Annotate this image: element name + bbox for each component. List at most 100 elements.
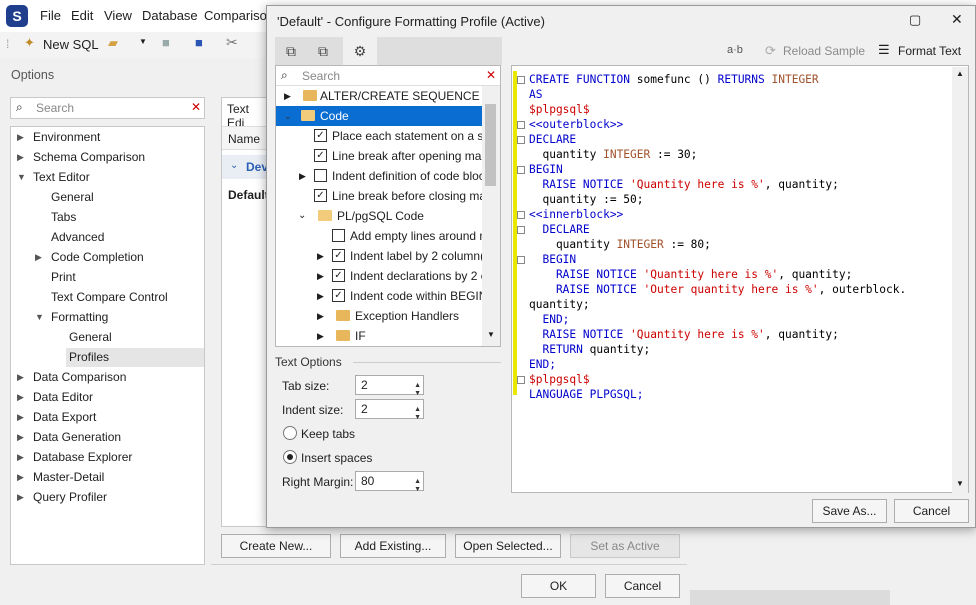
fold-marker-icon[interactable] (517, 166, 525, 174)
open-icon[interactable]: ▰ (108, 35, 118, 51)
insert-spaces-radio[interactable] (283, 450, 297, 464)
collapse-arrow-icon[interactable]: ⌄ (284, 106, 292, 126)
right-margin-stepper[interactable]: 80 ▲ ▼ (355, 471, 424, 493)
tab-size-stepper[interactable]: 2 ▲ ▼ (355, 375, 424, 397)
menu-comparison[interactable]: Comparison (204, 8, 274, 23)
expand-all-icon[interactable]: ⧉ (307, 37, 339, 65)
tree-item-master-detail[interactable]: Master-Detail (33, 468, 104, 487)
expand-arrow-icon[interactable]: ▶ (17, 372, 24, 383)
tree-item-data-editor[interactable]: Data Editor (33, 388, 93, 407)
fold-marker-icon[interactable] (517, 76, 525, 84)
checkbox[interactable]: ✓ (332, 249, 345, 262)
format-text-icon[interactable]: ☰ (878, 42, 890, 58)
tree-row-option[interactable]: ▶ ✓ Indent code within BEGIN ... (276, 286, 482, 306)
fold-marker-icon[interactable] (517, 256, 525, 264)
tree-item-code-completion[interactable]: Code Completion (51, 248, 144, 267)
tree-item-print[interactable]: Print (51, 268, 76, 287)
checkbox[interactable] (332, 229, 345, 242)
checkbox[interactable] (314, 169, 327, 182)
fold-marker-icon[interactable] (517, 226, 525, 234)
close-icon[interactable]: ✕ (951, 11, 963, 28)
fold-marker-icon[interactable] (517, 376, 525, 384)
expand-arrow-icon[interactable]: ▶ (17, 472, 24, 483)
checkbox[interactable]: ✓ (314, 149, 327, 162)
expand-arrow-icon[interactable]: ▶ (284, 86, 291, 106)
checkbox[interactable]: ✓ (332, 289, 345, 302)
menu-view[interactable]: View (104, 8, 132, 23)
collapse-arrow-icon[interactable]: ⌄ (298, 206, 306, 226)
tree-item-database-explorer[interactable]: Database Explorer (33, 448, 132, 467)
cancel-dialog-button[interactable]: Cancel (894, 499, 969, 523)
cut-icon[interactable]: ✂ (226, 34, 238, 51)
tree-item-text-editor[interactable]: Text Editor (33, 168, 90, 187)
expand-arrow-icon[interactable]: ▶ (299, 166, 306, 186)
indent-size-stepper[interactable]: 2 ▲ ▼ (355, 399, 424, 421)
tree-row-exception-handlers[interactable]: ▶ Exception Handlers (276, 306, 482, 326)
tree-item-data-comparison[interactable]: Data Comparison (33, 368, 126, 387)
code-preview[interactable]: CREATE FUNCTION somefunc () RETURNS INTE… (511, 65, 969, 493)
tree-item-formatting[interactable]: Formatting (51, 308, 108, 327)
expand-arrow-icon[interactable]: ▶ (17, 132, 24, 143)
expand-arrow-icon[interactable]: ▶ (17, 412, 24, 423)
tree-item-formatting-general[interactable]: General (69, 328, 112, 347)
set-as-active-button[interactable]: Set as Active (570, 534, 680, 558)
tree-item-text-compare[interactable]: Text Compare Control (51, 288, 168, 307)
checkbox[interactable]: ✓ (314, 189, 327, 202)
tree-item-data-generation[interactable]: Data Generation (33, 428, 121, 447)
tree-row-code[interactable]: ⌄ Code (276, 106, 482, 126)
tree-row-option[interactable]: ▶ ✓ Indent declarations by 2 co (276, 266, 482, 286)
tree-item-data-export[interactable]: Data Export (33, 408, 96, 427)
tree-row-plpgsql[interactable]: ⌄ PL/pgSQL Code (276, 206, 482, 226)
open-selected-button[interactable]: Open Selected... (455, 534, 561, 558)
cancel-options-button[interactable]: Cancel (605, 574, 680, 598)
keep-tabs-radio[interactable] (283, 426, 297, 440)
tree-row-if[interactable]: ▶ IF (276, 326, 482, 346)
save-all-icon[interactable]: ■ (195, 35, 203, 50)
tree-item-profiles[interactable]: Profiles (69, 348, 109, 367)
tree-item-environment[interactable]: Environment (33, 128, 100, 147)
expand-arrow-icon[interactable]: ▶ (317, 246, 324, 266)
tree-row-option[interactable]: ✓ Line break before closing marke (276, 186, 482, 206)
tree-item-query-profiler[interactable]: Query Profiler (33, 488, 107, 507)
tree-row-option[interactable]: ✓ Line break after opening marke (276, 146, 482, 166)
reload-sample-button[interactable]: Reload Sample (783, 44, 865, 58)
tree-item-schema-comparison[interactable]: Schema Comparison (33, 148, 145, 167)
expand-arrow-icon[interactable]: ▶ (317, 306, 324, 326)
expand-arrow-icon[interactable]: ▶ (17, 152, 24, 163)
expand-arrow-icon[interactable]: ▶ (317, 286, 324, 306)
chevron-down-icon[interactable]: ▼ (139, 37, 147, 46)
tree-search-input[interactable]: ⌕ Search ✕ (276, 66, 500, 86)
save-as-button[interactable]: Save As... (812, 499, 887, 523)
tree-row-option[interactable]: ▶ Indent definition of code block l (276, 166, 482, 186)
add-existing-button[interactable]: Add Existing... (340, 534, 446, 558)
collapse-arrow-icon[interactable]: ▼ (17, 172, 26, 182)
code-scrollbar[interactable]: ▲ ▼ (952, 67, 968, 493)
fold-marker-icon[interactable] (517, 136, 525, 144)
scroll-down-icon[interactable]: ▼ (956, 479, 964, 488)
checkbox[interactable]: ✓ (332, 269, 345, 282)
create-new-button[interactable]: Create New... (221, 534, 331, 558)
expand-arrow-icon[interactable]: ▶ (17, 392, 24, 403)
format-text-button[interactable]: Format Text (898, 44, 961, 58)
minimize-icon[interactable]: ▢ (909, 12, 921, 28)
tree-row-alter-sequence[interactable]: ▶ ALTER/CREATE SEQUENCE (276, 86, 482, 106)
ok-button[interactable]: OK (521, 574, 596, 598)
options-search-input[interactable]: ⌕ Search ✕ (10, 97, 205, 119)
collapse-all-icon[interactable]: ⧉ (275, 37, 307, 65)
reload-icon[interactable]: ⟳ (765, 43, 776, 59)
scroll-down-icon[interactable]: ▼ (487, 330, 495, 339)
collapse-arrow-icon[interactable]: ▼ (35, 312, 44, 322)
clear-search-icon[interactable]: ✕ (191, 100, 201, 114)
expand-arrow-icon[interactable]: ▶ (35, 252, 42, 263)
clear-search-icon[interactable]: ✕ (486, 68, 496, 82)
menu-edit[interactable]: Edit (71, 8, 93, 23)
scroll-up-icon[interactable]: ▲ (956, 69, 964, 78)
settings-icon[interactable]: ⚙ (343, 37, 377, 65)
fold-marker-icon[interactable] (517, 211, 525, 219)
tree-row-option[interactable]: ▶ ✓ Indent label by 2 column(s) (276, 246, 482, 266)
new-sql-button[interactable]: New SQL (43, 37, 99, 52)
group-row[interactable]: ⌄ Dev (222, 155, 268, 179)
expand-arrow-icon[interactable]: ▶ (17, 492, 24, 503)
expand-arrow-icon[interactable]: ▶ (17, 452, 24, 463)
expand-arrow-icon[interactable]: ▶ (17, 432, 24, 443)
